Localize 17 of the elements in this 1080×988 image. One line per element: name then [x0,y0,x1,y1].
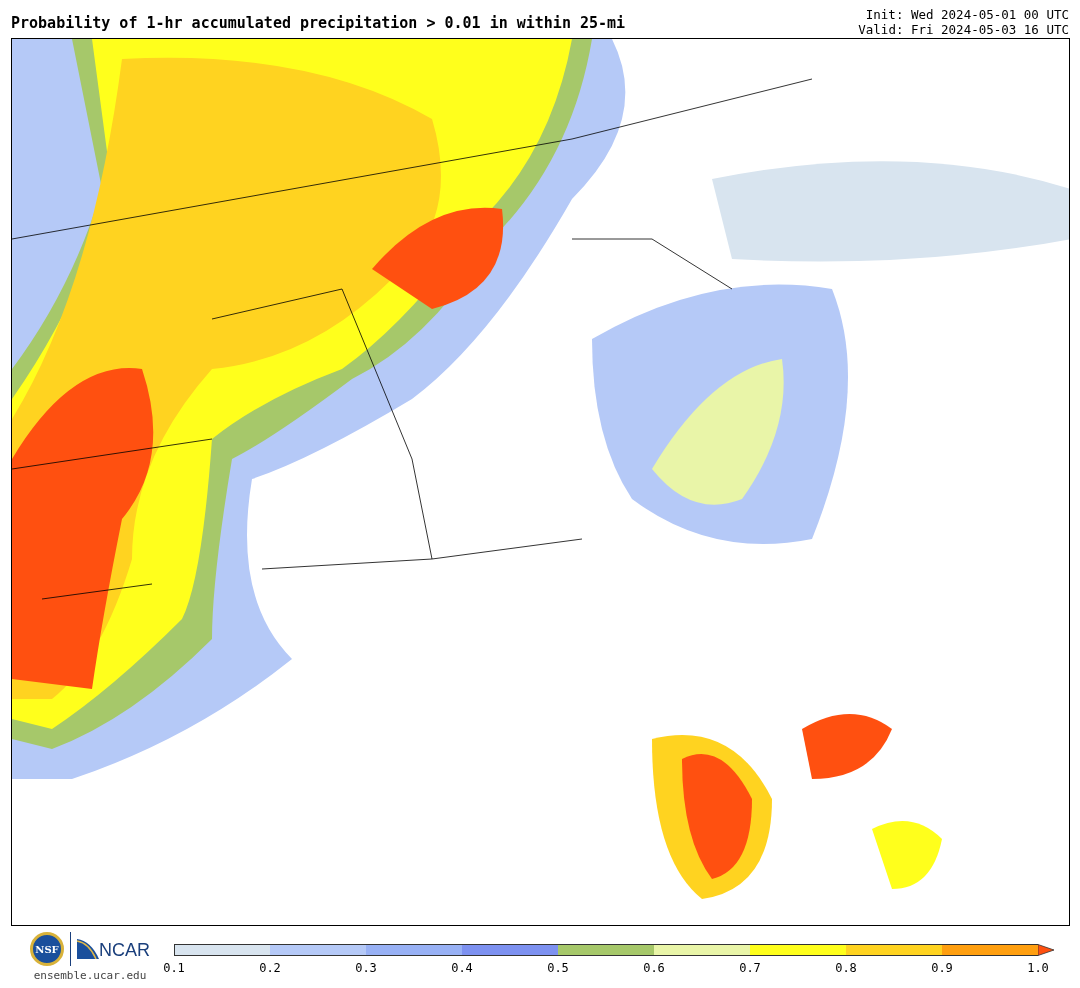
colorbar-tick-label: 0.6 [643,961,665,975]
colorbar-tick-label: 0.5 [547,961,569,975]
ncar-logo: NCAR [99,941,150,959]
colorbar-tick-label: 0.4 [451,961,473,975]
valid-time: Valid: Fri 2024-05-03 16 UTC [858,22,1069,37]
ncar-swoosh-icon [77,939,99,959]
colorbar-tick-label: 1.0 [1027,961,1049,975]
chart-title: Probability of 1-hr accumulated precipitation > 0.01 in within 25-mi [11,13,626,33]
init-time: Init: Wed 2024-05-01 00 UTC [865,7,1069,22]
colorbar-tick-label: 0.8 [835,961,857,975]
colorbar-tick-label: 0.3 [355,961,377,975]
colorbar-tick-label: 0.7 [739,961,761,975]
site-url: ensemble.ucar.edu [33,968,147,984]
colorbar-tick-label: 0.2 [259,961,281,975]
colorbar-tick-label: 0.1 [163,961,185,975]
nsf-logo: NSF [30,932,64,966]
colorbar-tick-label: 0.9 [931,961,953,975]
